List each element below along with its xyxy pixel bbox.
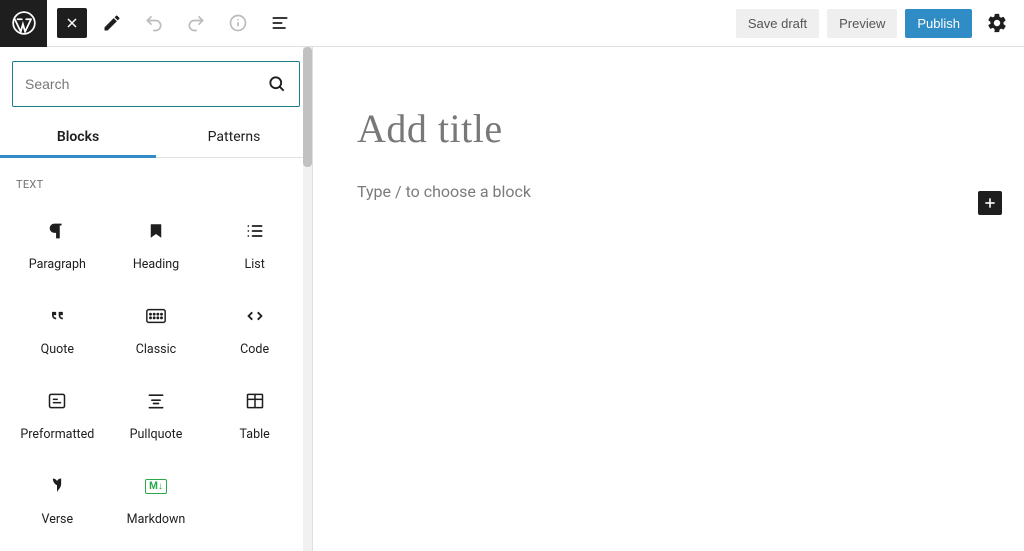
post-title-input[interactable]: Add title <box>357 105 984 152</box>
block-label: Pullquote <box>130 427 183 442</box>
block-quote[interactable]: Quote <box>8 288 107 367</box>
block-label: Quote <box>41 342 74 357</box>
details-info-button[interactable] <box>221 6 255 40</box>
paragraph-placeholder[interactable]: Type / to choose a block <box>357 182 531 201</box>
toolbar-left-group <box>47 6 297 40</box>
top-toolbar: Save draft Preview Publish <box>0 0 1024 47</box>
verse-icon <box>47 472 67 500</box>
block-markdown[interactable]: M↓ Markdown <box>107 458 206 537</box>
tab-blocks[interactable]: Blocks <box>0 119 156 157</box>
paragraph-icon <box>46 217 68 245</box>
block-paragraph[interactable]: Paragraph <box>8 203 107 282</box>
edit-tools-button[interactable] <box>95 6 129 40</box>
markdown-icon: M↓ <box>145 472 167 500</box>
preformatted-icon <box>47 387 67 415</box>
block-classic[interactable]: Classic <box>107 288 206 367</box>
section-label-text: TEXT <box>8 174 304 203</box>
table-icon <box>245 387 265 415</box>
block-table[interactable]: Table <box>205 373 304 452</box>
settings-button[interactable] <box>980 6 1014 40</box>
blocks-grid: Paragraph Heading List <box>8 203 304 537</box>
block-label: Preformatted <box>20 427 94 442</box>
inserter-scrollbar-track[interactable] <box>303 47 312 551</box>
preview-button[interactable]: Preview <box>827 9 897 38</box>
publish-button[interactable]: Publish <box>905 9 972 38</box>
close-inserter-button[interactable] <box>57 8 87 38</box>
wordpress-logo[interactable] <box>0 0 47 47</box>
quote-icon <box>47 302 67 330</box>
toolbar-right-group: Save draft Preview Publish <box>736 6 1024 40</box>
redo-button[interactable] <box>179 6 213 40</box>
inserter-tabs: Blocks Patterns <box>0 119 312 157</box>
classic-icon <box>145 302 167 330</box>
inserter-scrollbar-thumb[interactable] <box>303 47 312 167</box>
search-input[interactable] <box>25 76 267 92</box>
tab-patterns[interactable]: Patterns <box>156 119 312 157</box>
block-label: List <box>245 257 265 272</box>
block-search-box[interactable] <box>12 61 300 107</box>
search-icon <box>267 74 287 94</box>
save-draft-button[interactable]: Save draft <box>736 9 819 38</box>
heading-icon <box>147 217 165 245</box>
pullquote-icon <box>146 387 166 415</box>
block-inserter-panel: Blocks Patterns TEXT Paragraph Heading <box>0 47 313 551</box>
block-label: Table <box>240 427 270 442</box>
block-heading[interactable]: Heading <box>107 203 206 282</box>
block-label: Paragraph <box>29 257 86 272</box>
block-label: Verse <box>42 512 74 527</box>
editor-canvas[interactable]: Add title Type / to choose a block <box>313 47 1024 551</box>
block-label: Markdown <box>127 512 186 527</box>
block-code[interactable]: Code <box>205 288 304 367</box>
undo-button[interactable] <box>137 6 171 40</box>
block-pullquote[interactable]: Pullquote <box>107 373 206 452</box>
block-label: Heading <box>133 257 179 272</box>
block-label: Classic <box>136 342 176 357</box>
block-list[interactable]: List <box>205 203 304 282</box>
block-verse[interactable]: Verse <box>8 458 107 537</box>
code-icon <box>244 302 266 330</box>
block-preformatted[interactable]: Preformatted <box>8 373 107 452</box>
list-icon <box>245 217 265 245</box>
document-outline-button[interactable] <box>263 6 297 40</box>
add-block-button[interactable] <box>978 191 1002 215</box>
block-label: Code <box>240 342 269 357</box>
